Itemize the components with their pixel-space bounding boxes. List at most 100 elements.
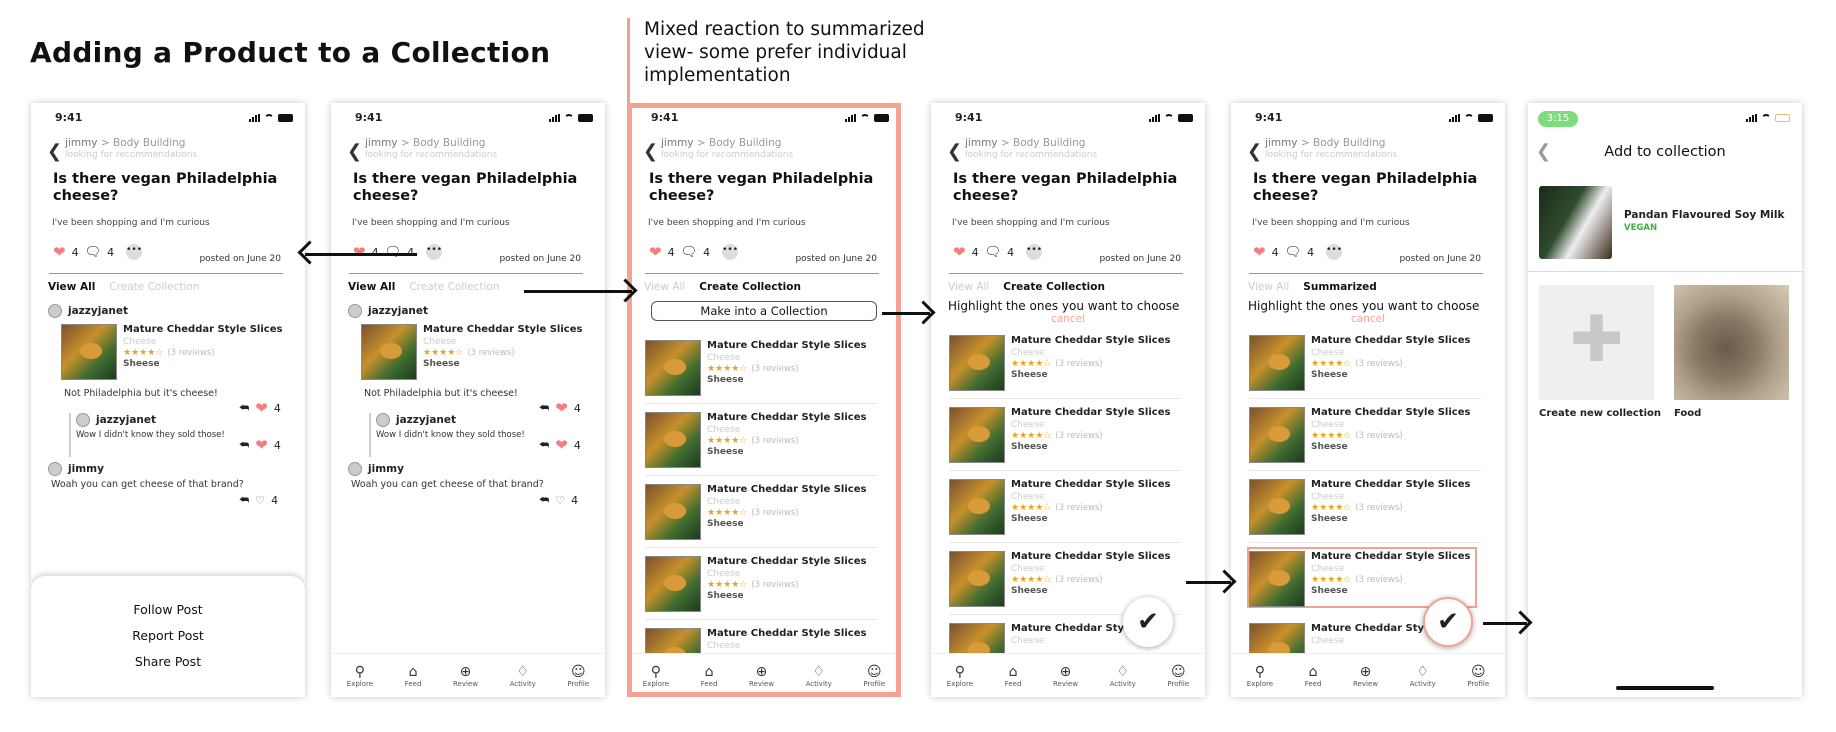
nav-explore[interactable]: ⚲ Explore — [1247, 664, 1273, 688]
more-options-button[interactable]: ••• — [1326, 244, 1343, 260]
list-item[interactable]: Mature Cheddar Style Slices Cheese ★★★★☆ (3… — [1249, 335, 1481, 399]
nav-profile[interactable]: ☺ Profile — [1467, 664, 1489, 688]
heart-icon[interactable]: ❤ — [555, 436, 568, 454]
nav-feed[interactable]: ⌂ Feed — [701, 664, 718, 688]
product-card[interactable]: Mature Cheddar Style Slices Cheese ★★★★☆ (3… — [1249, 407, 1471, 469]
nav-profile[interactable]: ☺ Profile — [1167, 664, 1189, 688]
report-post-button[interactable]: Report Post — [31, 628, 305, 643]
nav-feed[interactable]: ⌂ Feed — [405, 664, 422, 688]
comment-icon[interactable]: 🗨 — [1285, 245, 1302, 260]
food-collection-tile[interactable] — [1674, 285, 1789, 400]
reply-icon[interactable]: ⮪ — [539, 493, 549, 507]
breadcrumb[interactable]: jimmy > Body Building — [1265, 137, 1385, 149]
make-collection-button[interactable]: Make into a Collection — [651, 301, 877, 321]
heart-icon[interactable]: ❤ — [255, 436, 268, 454]
product-card[interactable]: Mature Cheddar Style Slices Cheese ★★★★☆ (3… — [1249, 335, 1471, 397]
avatar[interactable] — [348, 462, 362, 476]
comment-icon[interactable]: 🗨 — [985, 245, 1002, 260]
share-post-button[interactable]: Share Post — [31, 654, 305, 669]
breadcrumb-user[interactable]: jimmy — [1265, 137, 1298, 149]
nav-review[interactable]: ⊕ Review — [1053, 664, 1078, 688]
confirm-check-button[interactable]: ✔ — [1423, 597, 1473, 647]
create-new-collection-tile[interactable]: ✚ — [1539, 285, 1654, 400]
avatar[interactable] — [76, 413, 90, 427]
tab-create-collection[interactable]: Create Collection — [109, 281, 199, 293]
tab-view-all[interactable]: View All — [948, 281, 989, 293]
avatar[interactable] — [376, 413, 390, 427]
heart-outline-icon[interactable]: ♡ — [555, 494, 565, 507]
breadcrumb[interactable]: jimmy > Body Building — [965, 137, 1085, 149]
product-card[interactable]: Mature Cheddar Style Slices Cheese ★★★★☆ (3… — [645, 340, 867, 402]
list-item[interactable]: Mature Cheddar Style Slices Cheese ★★★★☆ (3… — [645, 556, 877, 620]
list-item[interactable]: Mature Cheddar Style Slices Cheese ★★★★☆ (3… — [645, 484, 877, 548]
nav-feed[interactable]: ⌂ Feed — [1305, 664, 1322, 688]
comment-icon[interactable]: 🗨 — [85, 245, 102, 260]
heart-icon[interactable]: ❤ — [555, 399, 568, 417]
list-item[interactable]: Mature Cheddar Style Slices Cheese ★★★★☆ (3… — [949, 407, 1181, 471]
reply-icon[interactable]: ⮪ — [239, 493, 249, 507]
avatar[interactable] — [48, 304, 62, 318]
product-card[interactable]: Mature Cheddar Style Slices Cheese ★★★★☆ (3… — [645, 412, 867, 474]
heart-icon[interactable]: ❤ — [649, 243, 662, 261]
heart-outline-icon[interactable]: ♡ — [255, 494, 265, 507]
list-item[interactable]: Mature Cheddar Style Slices Cheese ★★★★☆ (3… — [949, 479, 1181, 543]
reply-icon[interactable]: ⮪ — [239, 438, 249, 452]
heart-icon[interactable]: ❤ — [953, 243, 966, 261]
chevron-left-icon[interactable]: ❮ — [347, 141, 362, 162]
chevron-left-icon[interactable]: ❮ — [643, 141, 658, 162]
breadcrumb-user[interactable]: jimmy — [65, 137, 98, 149]
product-card[interactable]: Mature Cheddar Style Slices Cheese ★★★★☆ (3… — [949, 479, 1171, 541]
breadcrumb[interactable]: jimmy > Body Building — [65, 137, 185, 149]
nav-explore[interactable]: ⚲ Explore — [947, 664, 973, 688]
nav-feed[interactable]: ⌂ Feed — [1005, 664, 1022, 688]
breadcrumb-community[interactable]: Body Building — [113, 137, 185, 149]
product-card[interactable]: Mature Cheddar Style Slices Cheese ★★★★☆… — [61, 324, 283, 386]
reply-author-name[interactable]: jazzyjanet — [396, 414, 456, 426]
product-card[interactable]: Mature Cheddar Style Slices Cheese ★★★★☆ (3… — [645, 556, 867, 618]
reply-icon[interactable]: ⮪ — [239, 401, 249, 415]
list-item[interactable]: Mature Cheddar Style Slices Cheese ★★★★☆ (3… — [949, 335, 1181, 399]
nav-review[interactable]: ⊕ Review — [453, 664, 478, 688]
list-item[interactable]: Mature Cheddar Style Slices Cheese ★★★★☆ (3… — [645, 412, 877, 476]
nav-activity[interactable]: ♢ Activity — [806, 664, 832, 688]
tab-view-all[interactable]: View All — [48, 281, 95, 293]
breadcrumb-user[interactable]: jimmy — [965, 137, 998, 149]
breadcrumb-community[interactable]: Body Building — [709, 137, 781, 149]
nav-review[interactable]: ⊕ Review — [1353, 664, 1378, 688]
tab-view-all[interactable]: View All — [1248, 281, 1289, 293]
comment-icon[interactable]: 🗨 — [385, 245, 402, 260]
tab-summarized[interactable]: Summarized — [1303, 281, 1377, 293]
list-item[interactable]: Mature Cheddar Style Slices Cheese ★★★★☆ (3… — [1249, 407, 1481, 471]
avatar[interactable] — [348, 304, 362, 318]
list-item[interactable]: Mature Cheddar Style Slices Cheese ★★★★☆ (3… — [1249, 479, 1481, 543]
nav-profile[interactable]: ☺ Profile — [863, 664, 885, 688]
heart-icon[interactable]: ❤ — [53, 243, 66, 261]
product-card[interactable]: Mature Cheddar Style Slices Cheese ★★★★☆… — [361, 324, 583, 386]
cancel-button[interactable]: cancel — [1231, 313, 1505, 325]
reply-author-name[interactable]: jazzyjanet — [96, 414, 156, 426]
breadcrumb-community[interactable]: Body Building — [1013, 137, 1085, 149]
comment-author-name[interactable]: jimmy — [368, 463, 404, 475]
comment-author-name[interactable]: jazzyjanet — [68, 305, 128, 317]
nav-activity[interactable]: ♢ Activity — [510, 664, 536, 688]
nav-activity[interactable]: ♢ Activity — [1110, 664, 1136, 688]
nav-activity[interactable]: ♢ Activity — [1410, 664, 1436, 688]
confirm-check-button[interactable]: ✔ — [1123, 597, 1173, 647]
breadcrumb-user[interactable]: jimmy — [661, 137, 694, 149]
product-card[interactable]: Mature Cheddar Style Slices Cheese ★★★★☆ (3… — [1249, 479, 1471, 541]
tab-create-collection[interactable]: Create Collection — [409, 281, 499, 293]
tab-create-collection[interactable]: Create Collection — [699, 281, 801, 293]
comment-author-name[interactable]: jazzyjanet — [368, 305, 428, 317]
tab-view-all[interactable]: View All — [644, 281, 685, 293]
product-card[interactable]: Mature Cheddar Style Slices Cheese ★★★★☆ (3… — [949, 407, 1171, 469]
chevron-left-icon[interactable]: ❮ — [947, 141, 962, 162]
nav-review[interactable]: ⊕ Review — [749, 664, 774, 688]
tab-view-all[interactable]: View All — [348, 281, 395, 293]
nav-explore[interactable]: ⚲ Explore — [347, 664, 373, 688]
more-options-button[interactable]: ••• — [722, 244, 739, 260]
more-options-button[interactable]: ••• — [126, 244, 143, 260]
more-options-button[interactable]: ••• — [1026, 244, 1043, 260]
comment-icon[interactable]: 🗨 — [681, 245, 698, 260]
heart-icon[interactable]: ❤ — [255, 399, 268, 417]
chevron-left-icon[interactable]: ❮ — [1247, 141, 1262, 162]
